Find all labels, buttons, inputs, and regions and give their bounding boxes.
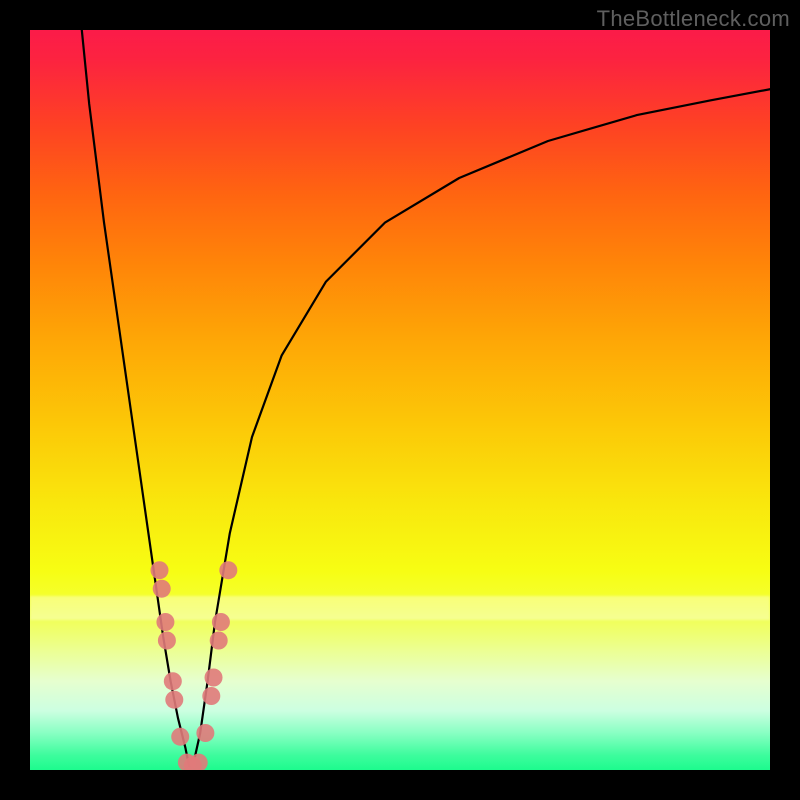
series-right-curve <box>193 89 770 766</box>
series-group <box>82 30 770 766</box>
marker-dot <box>219 561 237 579</box>
marker-dot <box>164 672 182 690</box>
marker-dot <box>210 632 228 650</box>
markers-group <box>151 561 238 770</box>
marker-dot <box>202 687 220 705</box>
marker-dot <box>158 632 176 650</box>
series-left-curve <box>82 30 189 766</box>
marker-dot <box>156 613 174 631</box>
marker-dot <box>205 669 223 687</box>
plot-area <box>30 30 770 770</box>
watermark-text: TheBottleneck.com <box>597 6 790 32</box>
marker-dot <box>153 580 171 598</box>
marker-dot <box>212 613 230 631</box>
chart-frame: TheBottleneck.com <box>0 0 800 800</box>
chart-svg <box>30 30 770 770</box>
marker-dot <box>151 561 169 579</box>
marker-dot <box>196 724 214 742</box>
marker-dot <box>165 691 183 709</box>
marker-dot <box>171 728 189 746</box>
